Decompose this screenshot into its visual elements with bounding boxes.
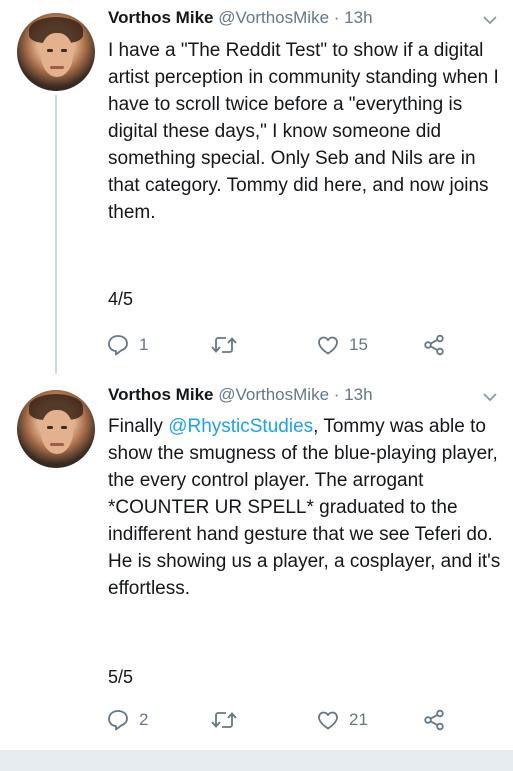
like-button[interactable]: 21 — [316, 707, 368, 733]
avatar-eye — [47, 49, 53, 52]
chevron-down-icon[interactable] — [483, 12, 497, 28]
thread-line — [55, 95, 57, 374]
separator: · — [333, 8, 340, 27]
avatar-mouth — [50, 66, 64, 69]
text-segment: Finally — [108, 416, 169, 437]
avatar-face — [41, 33, 73, 77]
tweet-actions: 1 15 — [106, 332, 466, 358]
author-handle[interactable]: @VorthosMike — [218, 385, 329, 404]
heart-icon — [316, 333, 340, 357]
avatar-face — [41, 410, 73, 454]
reply-button[interactable]: 1 — [106, 332, 148, 358]
avatar-eye — [61, 426, 67, 429]
avatar-eye — [61, 49, 67, 52]
retweet-icon — [210, 708, 238, 732]
tweet-header: Vorthos Mike @VorthosMike · 13h — [108, 385, 373, 411]
reply-icon — [106, 333, 130, 357]
tweet-text: Finally @RhysticStudies, Tommy was able … — [108, 413, 504, 602]
timeline-divider — [0, 750, 513, 771]
tweet[interactable]: Vorthos Mike @VorthosMike · 13h Finally … — [0, 374, 513, 750]
timestamp[interactable]: 13h — [344, 385, 372, 404]
avatar[interactable] — [17, 390, 95, 468]
author-name[interactable]: Vorthos Mike — [108, 8, 213, 27]
chevron-down-icon[interactable] — [483, 389, 497, 405]
like-button[interactable]: 15 — [316, 332, 368, 358]
thread-count: 5/5 — [108, 667, 134, 687]
share-button[interactable] — [422, 707, 446, 733]
author-name[interactable]: Vorthos Mike — [108, 385, 213, 404]
timestamp[interactable]: 13h — [344, 8, 372, 27]
avatar-mouth — [50, 443, 64, 446]
tweet-text: I have a "The Reddit Test" to show if a … — [108, 40, 499, 223]
reply-icon — [106, 708, 130, 732]
reply-count: 1 — [139, 335, 149, 354]
tweet-actions: 2 21 — [106, 707, 466, 733]
avatar[interactable] — [17, 13, 95, 91]
author-handle[interactable]: @VorthosMike — [218, 8, 329, 27]
reply-count: 2 — [139, 710, 149, 729]
reply-button[interactable]: 2 — [106, 707, 148, 733]
tweet[interactable]: Vorthos Mike @VorthosMike · 13h I have a… — [0, 0, 513, 374]
retweet-button[interactable] — [210, 332, 247, 358]
separator: · — [333, 385, 340, 404]
like-count: 21 — [349, 710, 368, 729]
avatar-eye — [47, 426, 53, 429]
retweet-icon — [210, 333, 238, 357]
share-button[interactable] — [422, 332, 446, 358]
tweet-header: Vorthos Mike @VorthosMike · 13h — [108, 8, 373, 34]
thread-count: 4/5 — [108, 289, 134, 309]
text-segment: , Tommy was able to show the smugness of… — [108, 416, 501, 599]
like-count: 15 — [349, 335, 368, 354]
share-icon — [422, 333, 446, 357]
share-icon — [422, 708, 446, 732]
retweet-button[interactable] — [210, 707, 247, 733]
mention-link[interactable]: @RhysticStudies — [168, 416, 313, 437]
heart-icon — [316, 708, 340, 732]
